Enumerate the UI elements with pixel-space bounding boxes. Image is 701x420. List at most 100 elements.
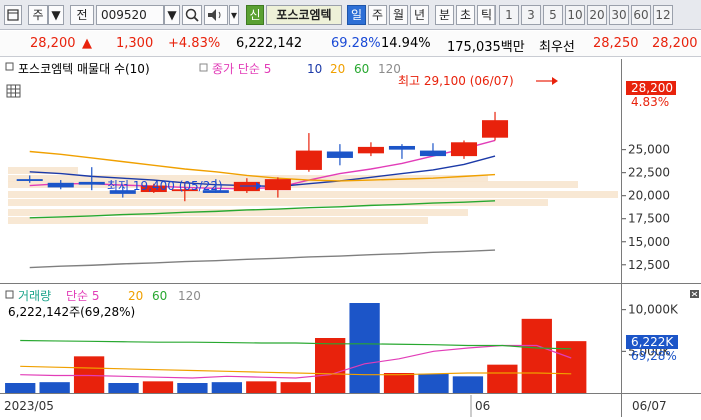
code-value: 009520 <box>101 8 147 22</box>
tab-interval-60[interactable]: 60 <box>631 5 651 25</box>
axis-divider <box>621 59 622 417</box>
candle-body <box>264 179 291 191</box>
vol-pane-toggle-icon[interactable] <box>5 290 14 299</box>
stock-name-label: 포스코엠텍 <box>276 8 332 22</box>
vol-ma120-label: 120 <box>178 289 201 303</box>
stock-name[interactable]: 포스코엠텍 <box>266 5 342 25</box>
volume-bar <box>73 356 105 393</box>
candle-body <box>450 142 478 157</box>
y-tick-label: 15,000 <box>628 235 670 249</box>
x-axis-end-label: 06/07 <box>632 399 667 413</box>
volume-bar <box>177 383 208 393</box>
candle-body <box>47 182 74 188</box>
credit-badge[interactable]: 신 <box>246 5 264 25</box>
volume-bar <box>246 381 277 393</box>
tab-interval-3[interactable]: 3 <box>521 5 541 25</box>
candle-body <box>16 179 43 181</box>
vol-y-tick-label: 10,000K <box>628 303 679 317</box>
volume-profile-bar <box>8 191 618 198</box>
volume-bar <box>108 383 139 393</box>
tab-period-3[interactable]: 년 <box>410 5 429 25</box>
tab-period-5[interactable]: 초 <box>456 5 475 25</box>
prev-label: 전 <box>76 8 88 22</box>
grid-icon[interactable] <box>6 84 21 98</box>
candle-body <box>481 120 509 138</box>
ma10-label: 10 <box>307 62 322 76</box>
y-tick-label: 25,000 <box>628 143 670 157</box>
vol-ma60-line <box>20 339 572 350</box>
price-chart-pane[interactable]: 포스코엠텍 매물대 수(10) 종가 단순 5 10 20 60 120 25,… <box>0 59 701 284</box>
volume-ratio: 69.28% <box>331 36 381 51</box>
vol-ma20-label: 20 <box>128 289 143 303</box>
tab-period-1[interactable]: 주 <box>368 5 387 25</box>
change-percent: +4.83% <box>168 36 221 51</box>
volume-profile-bar <box>8 217 428 224</box>
ma20-label: 20 <box>330 62 345 76</box>
volume-bar <box>315 338 346 393</box>
code-dropdown-icon[interactable]: ▼ <box>164 5 180 25</box>
window-icon[interactable] <box>4 5 22 25</box>
tab-period-4[interactable]: 분 <box>435 5 454 25</box>
tab-period-0[interactable]: 일 <box>347 5 366 25</box>
volume-bar <box>39 382 70 393</box>
best-bid-price: 28,200 <box>652 36 698 51</box>
volume-bar <box>521 318 552 393</box>
speaker-dropdown-icon[interactable]: ▾ <box>229 5 239 25</box>
volume-bar <box>280 382 311 393</box>
volume-bar <box>452 376 484 393</box>
current-volume-pct: 69,28% <box>631 349 677 363</box>
y-tick-label: 12,500 <box>628 258 670 272</box>
toolbar: 주 ▼ 전 009520 ▼ ▾ 신 포스코엠텍 일주월년분초틱 1 3 5 10 20… <box>0 0 701 30</box>
pane-toggle-icon[interactable] <box>5 62 14 71</box>
type-dropdown-icon[interactable]: ▼ <box>48 5 64 25</box>
turnover-rate: 14.94% <box>381 36 431 51</box>
search-icon[interactable] <box>182 5 202 25</box>
tab-interval-10[interactable]: 10 <box>565 5 585 25</box>
tab-interval-30[interactable]: 30 <box>609 5 629 25</box>
current-price: 28,200 <box>30 36 76 51</box>
type-select[interactable]: 주 <box>28 5 48 25</box>
x-axis: 2023/05 06 06/07 <box>0 395 701 417</box>
high-arrow-head <box>552 77 558 85</box>
up-arrow-icon: ▲ <box>82 36 92 51</box>
volume-bar <box>418 373 449 393</box>
current-price-label: 28,200 <box>631 81 673 95</box>
prev-button[interactable]: 전 <box>70 5 94 25</box>
ma60-label: 60 <box>354 62 369 76</box>
high-annotation: 최고 29,100 (06/07) <box>398 74 514 88</box>
vol-ma60-label: 60 <box>152 289 167 303</box>
trade-amount: 175,035백만 <box>447 40 525 55</box>
volume-bar <box>383 373 415 393</box>
candle-body <box>295 150 322 170</box>
tab-period-2[interactable]: 월 <box>389 5 408 25</box>
speaker-icon[interactable] <box>204 5 228 25</box>
tab-interval-20[interactable]: 20 <box>587 5 607 25</box>
code-input[interactable]: 009520 <box>96 5 164 25</box>
low-annotation: 최저 19,400 (05/22) <box>107 179 223 193</box>
price-chart[interactable]: 포스코엠텍 매물대 수(10) 종가 단순 5 10 20 60 120 25,… <box>0 59 701 284</box>
tab-interval-5[interactable]: 5 <box>543 5 563 25</box>
current-pct-label: 4.83% <box>631 95 669 109</box>
candle-body <box>326 151 353 158</box>
ma120-line <box>29 249 496 269</box>
volume-bar <box>142 381 174 393</box>
close-icon[interactable] <box>690 290 699 298</box>
ma-label: 종가 단순 5 <box>212 62 271 76</box>
volume-value-text: 6,222,142주(69,28%) <box>8 305 135 319</box>
volume-chart[interactable]: 거래량 단순 5 20 60 120 6,222,142주(69,28%) 10… <box>0 285 701 394</box>
volume-bar <box>5 383 36 393</box>
vol-ma-label: 단순 5 <box>66 289 100 303</box>
tab-interval-12[interactable]: 12 <box>653 5 673 25</box>
tab-interval-1[interactable]: 1 <box>499 5 519 25</box>
candle-body <box>78 181 105 185</box>
quote-bar: 28,200 ▲ 1,300 +4.83% 6,222,142 69.28% 1… <box>0 31 701 57</box>
best-ask-label: 최우선 <box>539 40 575 55</box>
price-pane-title: 포스코엠텍 매물대 수(10) <box>18 62 150 76</box>
credit-label: 신 <box>249 8 261 22</box>
ma-toggle-icon[interactable] <box>199 63 208 72</box>
candle-body <box>357 146 384 154</box>
volume-chart-pane[interactable]: 거래량 단순 5 20 60 120 6,222,142주(69,28%) 10… <box>0 285 701 394</box>
volume-bar <box>211 382 243 393</box>
best-ask-price: 28,250 <box>593 36 639 51</box>
volume-value: 6,222,142 <box>236 36 303 51</box>
